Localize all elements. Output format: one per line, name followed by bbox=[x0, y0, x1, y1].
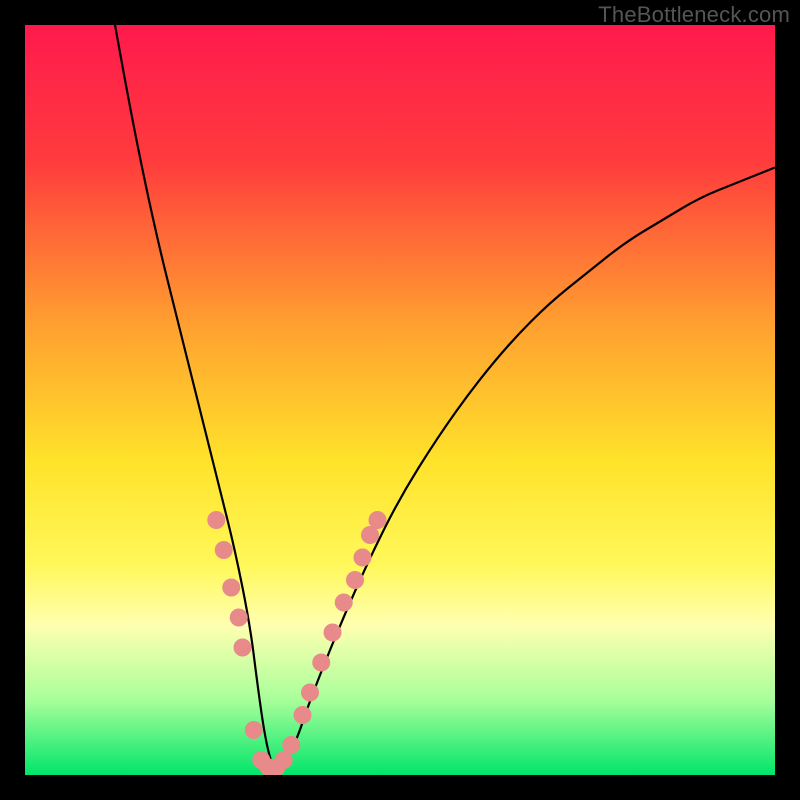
marker-dot bbox=[282, 736, 300, 754]
marker-dot bbox=[215, 541, 233, 559]
chart-frame: TheBottleneck.com bbox=[0, 0, 800, 800]
plot-area bbox=[25, 25, 775, 775]
marker-dot bbox=[294, 706, 312, 724]
chart-svg bbox=[25, 25, 775, 775]
marker-dot bbox=[234, 639, 252, 657]
marker-dot bbox=[346, 571, 364, 589]
marker-dot bbox=[245, 721, 263, 739]
marker-dot bbox=[324, 624, 342, 642]
marker-dot bbox=[335, 594, 353, 612]
marker-dot bbox=[354, 549, 372, 567]
marker-dot bbox=[222, 579, 240, 597]
marker-dot bbox=[207, 511, 225, 529]
marker-dot bbox=[230, 609, 248, 627]
marker-dot bbox=[312, 654, 330, 672]
gradient-background bbox=[25, 25, 775, 775]
marker-dot bbox=[301, 684, 319, 702]
watermark-text: TheBottleneck.com bbox=[598, 2, 790, 28]
marker-dot bbox=[369, 511, 387, 529]
